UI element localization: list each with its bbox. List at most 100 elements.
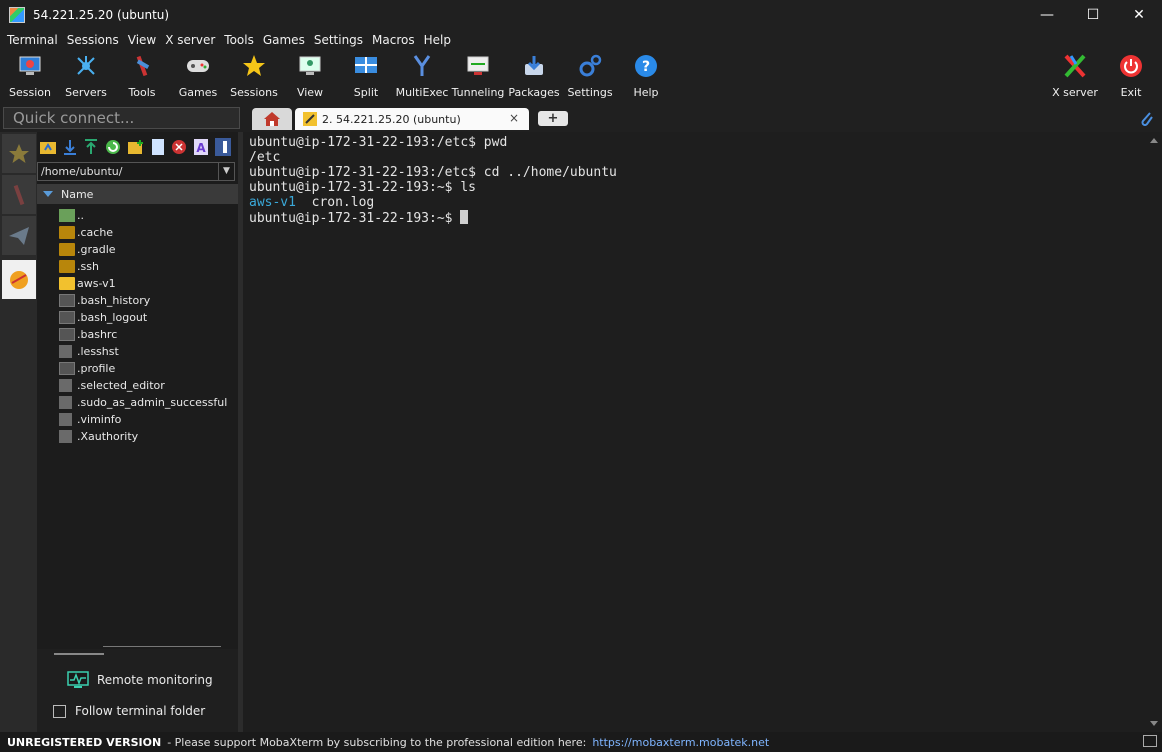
terminal-line: ubuntu@ip-172-31-22-193:/etc$ pwd <box>249 135 508 150</box>
file-item-xauthority[interactable]: .Xauthority <box>59 428 227 445</box>
view-button[interactable]: View <box>282 52 338 100</box>
status-panel-icon[interactable] <box>1143 735 1157 747</box>
support-message: - Please support MobaXterm by subscribin… <box>167 735 587 749</box>
terminal-line: ubuntu@ip-172-31-22-193:~$ ls <box>249 180 476 195</box>
file-item-bashrc[interactable]: .bashrc <box>59 326 227 343</box>
home-icon <box>264 112 280 126</box>
help-button[interactable]: ? Help <box>618 52 674 100</box>
servers-button[interactable]: Servers <box>58 52 114 100</box>
menu-sessions[interactable]: Sessions <box>64 33 122 47</box>
xserver-button[interactable]: X server <box>1047 52 1103 100</box>
sidebar-tab-macros[interactable] <box>2 216 36 256</box>
file-item-viminfo[interactable]: .viminfo <box>59 411 227 428</box>
menu-games[interactable]: Games <box>260 33 308 47</box>
file-item-aws-v1[interactable]: aws-v1 <box>59 275 227 292</box>
file-icon <box>59 362 75 375</box>
quick-connect-input[interactable]: Quick connect... <box>3 107 240 129</box>
tab-close-icon[interactable]: × <box>509 111 519 125</box>
view-monitor-icon <box>298 54 322 78</box>
menu-tools[interactable]: Tools <box>221 33 257 47</box>
refresh-icon[interactable] <box>105 139 121 155</box>
file-icon <box>59 294 75 307</box>
scroll-down-icon[interactable] <box>1150 721 1158 726</box>
file-item-profile[interactable]: .profile <box>59 360 227 377</box>
tab-session-2[interactable]: 2. 54.221.25.20 (ubuntu) × <box>295 108 529 130</box>
scroll-up-icon[interactable] <box>1150 138 1158 143</box>
close-button[interactable]: ✕ <box>1116 0 1162 30</box>
menu-settings[interactable]: Settings <box>311 33 366 47</box>
upload-icon[interactable] <box>84 139 98 155</box>
menu-macros[interactable]: Macros <box>369 33 418 47</box>
download-icon[interactable] <box>63 139 77 155</box>
sidebar-tab-tools[interactable] <box>2 175 36 215</box>
tools-icon <box>130 54 154 78</box>
network-nodes-icon <box>74 54 98 78</box>
home-tab[interactable] <box>252 108 292 130</box>
file-name: .bashrc <box>77 328 118 341</box>
file-name: .bash_logout <box>77 311 148 324</box>
new-tab-button[interactable]: + <box>538 111 568 126</box>
folder-icon <box>59 243 75 256</box>
file-item-bash-logout[interactable]: .bash_logout <box>59 309 227 326</box>
file-name: .lesshst <box>77 345 119 358</box>
terminal-output[interactable]: ubuntu@ip-172-31-22-193:/etc$ pwd /etc u… <box>243 132 1147 732</box>
menu-bar: Terminal Sessions View X server Tools Ga… <box>0 30 1162 50</box>
file-item-sudo-admin[interactable]: .sudo_as_admin_successful <box>59 394 227 411</box>
parent-dir-icon <box>59 209 75 222</box>
file-item-gradle[interactable]: .gradle <box>59 241 227 258</box>
menu-help[interactable]: Help <box>421 33 454 47</box>
file-icon <box>59 328 75 341</box>
settings-button[interactable]: Settings <box>562 52 618 100</box>
new-folder-icon[interactable] <box>128 139 144 155</box>
monitor-icon <box>18 54 42 78</box>
sftp-path-value: /home/ubuntu/ <box>41 165 123 178</box>
monitoring-chart-icon <box>67 671 89 688</box>
games-button[interactable]: Games <box>170 52 226 100</box>
star-icon <box>9 143 29 163</box>
minimize-button[interactable]: — <box>1024 0 1070 30</box>
name-column-header[interactable]: Name <box>37 184 238 204</box>
chevron-down-icon[interactable]: ▼ <box>218 163 234 180</box>
file-name: .gradle <box>77 243 116 256</box>
delete-icon[interactable] <box>171 139 187 155</box>
file-name: .bash_history <box>77 294 151 307</box>
file-item-cache[interactable]: .cache <box>59 224 227 241</box>
terminal-scrollbar[interactable] <box>1147 132 1162 732</box>
maximize-button[interactable]: ☐ <box>1070 0 1116 30</box>
menu-xserver[interactable]: X server <box>162 33 218 47</box>
exit-button[interactable]: Exit <box>1103 52 1159 100</box>
main-toolbar: Session Servers Tools Games Sessions Vie… <box>0 50 1162 102</box>
parent-folder-icon[interactable] <box>40 139 56 155</box>
file-item-lesshst[interactable]: .lesshst <box>59 343 227 360</box>
packages-button[interactable]: Packages <box>506 52 562 100</box>
sidebar-tab-sessions[interactable] <box>2 134 36 174</box>
sftp-scroll-indicator[interactable] <box>103 646 221 647</box>
file-item-ssh[interactable]: .ssh <box>59 258 227 275</box>
rename-icon[interactable]: A <box>194 139 208 155</box>
tools-button[interactable]: Tools <box>114 52 170 100</box>
menu-view[interactable]: View <box>125 33 159 47</box>
checkbox-box[interactable] <box>53 704 66 718</box>
menu-terminal[interactable]: Terminal <box>4 33 61 47</box>
file-item-parent[interactable]: .. <box>59 207 227 224</box>
session-button[interactable]: Session <box>2 52 58 100</box>
file-name: .sudo_as_admin_successful <box>77 396 228 409</box>
tunneling-button[interactable]: Tunneling <box>450 52 506 100</box>
tab-session-label: 2. 54.221.25.20 (ubuntu) <box>322 112 461 126</box>
panel-resize-handle[interactable] <box>54 653 104 655</box>
sidebar-tab-sftp[interactable] <box>2 260 36 300</box>
mobatek-link[interactable]: https://mobaxterm.mobatek.net <box>592 736 769 749</box>
sftp-path-field[interactable]: /home/ubuntu/ ▼ <box>37 162 235 181</box>
toggle-hidden-icon[interactable] <box>215 138 231 156</box>
file-item-selected-editor[interactable]: .selected_editor <box>59 377 227 394</box>
terminal-prompt-line: ubuntu@ip-172-31-22-193:~$ <box>249 210 1147 226</box>
remote-monitoring-button[interactable]: Remote monitoring <box>67 671 213 689</box>
follow-terminal-folder-checkbox[interactable]: Follow terminal folder <box>53 704 205 718</box>
new-file-icon[interactable] <box>151 139 164 155</box>
paperclip-icon[interactable] <box>1138 109 1154 130</box>
file-item-bash-history[interactable]: .bash_history <box>59 292 227 309</box>
split-button[interactable]: Split <box>338 52 394 100</box>
sessions-button[interactable]: Sessions <box>226 52 282 100</box>
document-icon <box>59 413 72 426</box>
multiexec-button[interactable]: MultiExec <box>394 52 450 100</box>
